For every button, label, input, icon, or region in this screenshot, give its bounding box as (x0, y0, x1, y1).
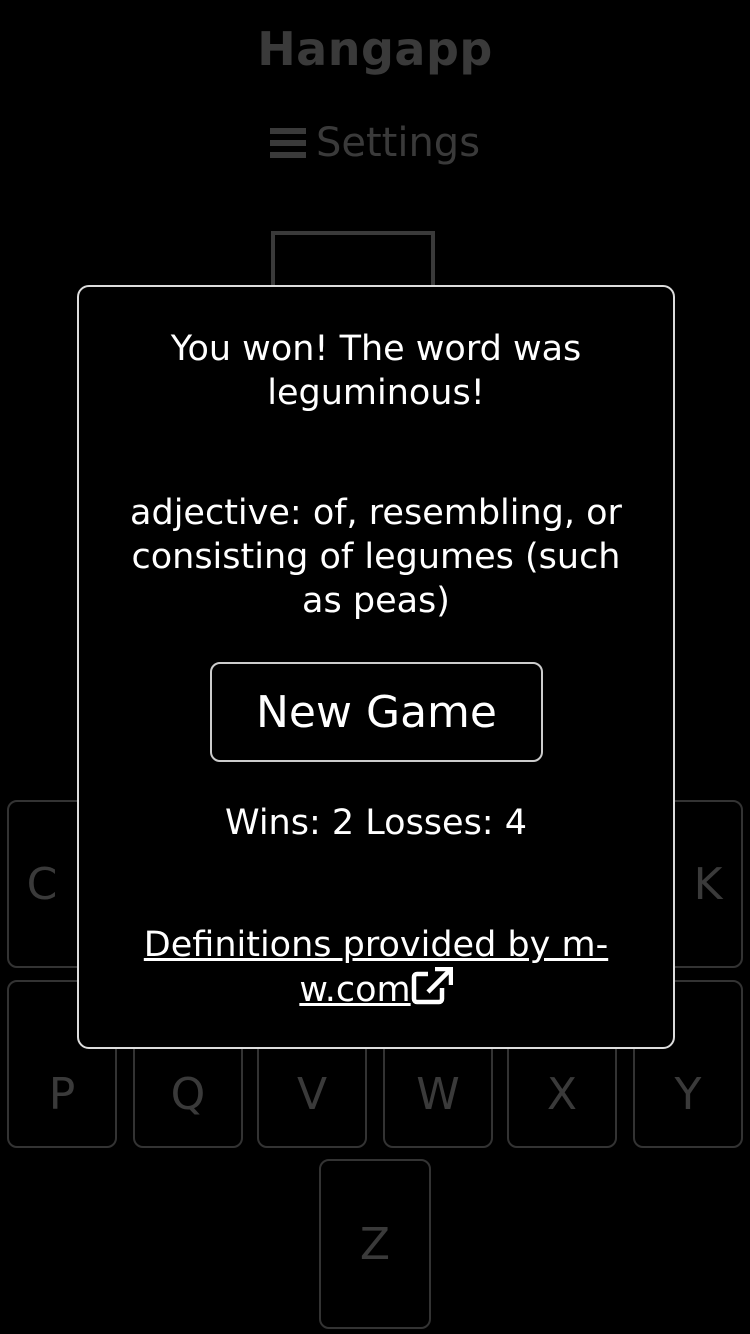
game-screen: Hangapp Settings C K P Q V W X Y Z You w… (0, 0, 750, 1334)
external-link-icon (411, 966, 453, 1005)
settings-button[interactable]: Settings (0, 120, 750, 166)
game-result-modal: You won! The word was leguminous! adject… (77, 285, 675, 1049)
app-title: Hangapp (257, 22, 493, 76)
new-game-button[interactable]: New Game (210, 662, 543, 762)
definitions-link[interactable]: Definitions provided by m-w.com (129, 923, 623, 1012)
hamburger-menu-icon (269, 128, 306, 158)
settings-label: Settings (315, 120, 481, 166)
win-loss-stats: Wins: 2 Losses: 4 (224, 803, 527, 843)
result-message: You won! The word was leguminous! (170, 329, 582, 413)
word-definition: adjective: of, resembling, or consisting… (130, 493, 622, 621)
definitions-link-label: Definitions provided by m-w.com (143, 925, 609, 1010)
key-z[interactable]: Z (319, 1159, 431, 1329)
